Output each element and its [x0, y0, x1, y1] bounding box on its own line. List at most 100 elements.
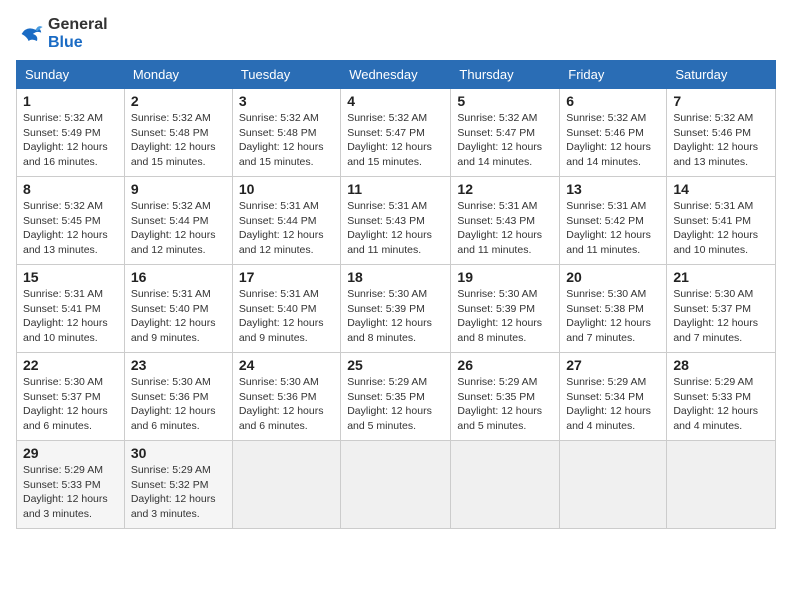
calendar-cell: 11 Sunrise: 5:31 AMSunset: 5:43 PMDaylig… — [341, 177, 451, 265]
day-number: 14 — [673, 181, 769, 197]
day-number: 13 — [566, 181, 660, 197]
day-number: 9 — [131, 181, 226, 197]
calendar-cell: 8 Sunrise: 5:32 AMSunset: 5:45 PMDayligh… — [17, 177, 125, 265]
calendar-cell: 25 Sunrise: 5:29 AMSunset: 5:35 PMDaylig… — [341, 353, 451, 441]
day-info: Sunrise: 5:29 AMSunset: 5:33 PMDaylight:… — [23, 463, 118, 522]
day-info: Sunrise: 5:32 AMSunset: 5:47 PMDaylight:… — [457, 111, 553, 170]
day-number: 10 — [239, 181, 334, 197]
calendar-cell — [451, 441, 560, 529]
day-number: 15 — [23, 269, 118, 285]
calendar-day-header: Sunday — [17, 61, 125, 89]
day-info: Sunrise: 5:30 AMSunset: 5:37 PMDaylight:… — [673, 287, 769, 346]
day-info: Sunrise: 5:30 AMSunset: 5:39 PMDaylight:… — [347, 287, 444, 346]
day-number: 22 — [23, 357, 118, 373]
calendar-cell: 17 Sunrise: 5:31 AMSunset: 5:40 PMDaylig… — [232, 265, 340, 353]
day-number: 27 — [566, 357, 660, 373]
calendar-day-header: Thursday — [451, 61, 560, 89]
day-number: 7 — [673, 93, 769, 109]
calendar-cell: 29 Sunrise: 5:29 AMSunset: 5:33 PMDaylig… — [17, 441, 125, 529]
day-info: Sunrise: 5:29 AMSunset: 5:33 PMDaylight:… — [673, 375, 769, 434]
calendar-cell: 7 Sunrise: 5:32 AMSunset: 5:46 PMDayligh… — [667, 89, 776, 177]
calendar-cell: 4 Sunrise: 5:32 AMSunset: 5:47 PMDayligh… — [341, 89, 451, 177]
calendar-cell: 28 Sunrise: 5:29 AMSunset: 5:33 PMDaylig… — [667, 353, 776, 441]
day-info: Sunrise: 5:32 AMSunset: 5:44 PMDaylight:… — [131, 199, 226, 258]
day-number: 29 — [23, 445, 118, 461]
calendar-cell: 14 Sunrise: 5:31 AMSunset: 5:41 PMDaylig… — [667, 177, 776, 265]
day-info: Sunrise: 5:29 AMSunset: 5:35 PMDaylight:… — [347, 375, 444, 434]
day-info: Sunrise: 5:30 AMSunset: 5:39 PMDaylight:… — [457, 287, 553, 346]
day-info: Sunrise: 5:30 AMSunset: 5:36 PMDaylight:… — [239, 375, 334, 434]
day-info: Sunrise: 5:31 AMSunset: 5:42 PMDaylight:… — [566, 199, 660, 258]
logo: General Blue — [16, 16, 108, 52]
calendar-header-row: SundayMondayTuesdayWednesdayThursdayFrid… — [17, 61, 776, 89]
day-number: 2 — [131, 93, 226, 109]
calendar-day-header: Tuesday — [232, 61, 340, 89]
day-number: 16 — [131, 269, 226, 285]
day-info: Sunrise: 5:30 AMSunset: 5:38 PMDaylight:… — [566, 287, 660, 346]
day-info: Sunrise: 5:32 AMSunset: 5:45 PMDaylight:… — [23, 199, 118, 258]
day-info: Sunrise: 5:31 AMSunset: 5:40 PMDaylight:… — [131, 287, 226, 346]
day-number: 26 — [457, 357, 553, 373]
logo-text: General Blue — [48, 16, 108, 52]
calendar-cell: 5 Sunrise: 5:32 AMSunset: 5:47 PMDayligh… — [451, 89, 560, 177]
day-number: 6 — [566, 93, 660, 109]
day-number: 12 — [457, 181, 553, 197]
day-number: 8 — [23, 181, 118, 197]
day-number: 21 — [673, 269, 769, 285]
day-number: 1 — [23, 93, 118, 109]
day-number: 20 — [566, 269, 660, 285]
day-number: 28 — [673, 357, 769, 373]
calendar-cell: 30 Sunrise: 5:29 AMSunset: 5:32 PMDaylig… — [124, 441, 232, 529]
calendar-cell: 27 Sunrise: 5:29 AMSunset: 5:34 PMDaylig… — [560, 353, 667, 441]
day-number: 4 — [347, 93, 444, 109]
calendar-cell: 26 Sunrise: 5:29 AMSunset: 5:35 PMDaylig… — [451, 353, 560, 441]
day-info: Sunrise: 5:30 AMSunset: 5:36 PMDaylight:… — [131, 375, 226, 434]
calendar-cell: 12 Sunrise: 5:31 AMSunset: 5:43 PMDaylig… — [451, 177, 560, 265]
calendar-cell: 22 Sunrise: 5:30 AMSunset: 5:37 PMDaylig… — [17, 353, 125, 441]
calendar-cell: 16 Sunrise: 5:31 AMSunset: 5:40 PMDaylig… — [124, 265, 232, 353]
calendar-cell: 19 Sunrise: 5:30 AMSunset: 5:39 PMDaylig… — [451, 265, 560, 353]
calendar-day-header: Saturday — [667, 61, 776, 89]
day-info: Sunrise: 5:31 AMSunset: 5:41 PMDaylight:… — [23, 287, 118, 346]
calendar-day-header: Wednesday — [341, 61, 451, 89]
calendar-cell: 18 Sunrise: 5:30 AMSunset: 5:39 PMDaylig… — [341, 265, 451, 353]
calendar-table: SundayMondayTuesdayWednesdayThursdayFrid… — [16, 60, 776, 529]
day-number: 19 — [457, 269, 553, 285]
calendar-cell: 3 Sunrise: 5:32 AMSunset: 5:48 PMDayligh… — [232, 89, 340, 177]
day-number: 23 — [131, 357, 226, 373]
day-number: 18 — [347, 269, 444, 285]
calendar-cell: 9 Sunrise: 5:32 AMSunset: 5:44 PMDayligh… — [124, 177, 232, 265]
day-info: Sunrise: 5:32 AMSunset: 5:48 PMDaylight:… — [239, 111, 334, 170]
day-info: Sunrise: 5:32 AMSunset: 5:46 PMDaylight:… — [673, 111, 769, 170]
calendar-cell — [232, 441, 340, 529]
day-info: Sunrise: 5:29 AMSunset: 5:35 PMDaylight:… — [457, 375, 553, 434]
day-info: Sunrise: 5:32 AMSunset: 5:49 PMDaylight:… — [23, 111, 118, 170]
calendar-cell: 1 Sunrise: 5:32 AMSunset: 5:49 PMDayligh… — [17, 89, 125, 177]
calendar-cell: 23 Sunrise: 5:30 AMSunset: 5:36 PMDaylig… — [124, 353, 232, 441]
calendar-cell — [341, 441, 451, 529]
calendar-cell: 15 Sunrise: 5:31 AMSunset: 5:41 PMDaylig… — [17, 265, 125, 353]
calendar-cell — [667, 441, 776, 529]
calendar-cell: 13 Sunrise: 5:31 AMSunset: 5:42 PMDaylig… — [560, 177, 667, 265]
day-info: Sunrise: 5:30 AMSunset: 5:37 PMDaylight:… — [23, 375, 118, 434]
logo-icon — [16, 20, 44, 48]
day-info: Sunrise: 5:32 AMSunset: 5:47 PMDaylight:… — [347, 111, 444, 170]
calendar-day-header: Friday — [560, 61, 667, 89]
day-number: 3 — [239, 93, 334, 109]
day-info: Sunrise: 5:31 AMSunset: 5:41 PMDaylight:… — [673, 199, 769, 258]
day-info: Sunrise: 5:29 AMSunset: 5:32 PMDaylight:… — [131, 463, 226, 522]
day-info: Sunrise: 5:31 AMSunset: 5:40 PMDaylight:… — [239, 287, 334, 346]
day-info: Sunrise: 5:31 AMSunset: 5:43 PMDaylight:… — [347, 199, 444, 258]
day-number: 17 — [239, 269, 334, 285]
calendar-cell: 20 Sunrise: 5:30 AMSunset: 5:38 PMDaylig… — [560, 265, 667, 353]
day-number: 5 — [457, 93, 553, 109]
day-number: 24 — [239, 357, 334, 373]
day-number: 25 — [347, 357, 444, 373]
calendar-day-header: Monday — [124, 61, 232, 89]
day-number: 11 — [347, 181, 444, 197]
calendar-cell: 24 Sunrise: 5:30 AMSunset: 5:36 PMDaylig… — [232, 353, 340, 441]
calendar-cell: 10 Sunrise: 5:31 AMSunset: 5:44 PMDaylig… — [232, 177, 340, 265]
calendar-cell: 6 Sunrise: 5:32 AMSunset: 5:46 PMDayligh… — [560, 89, 667, 177]
calendar-cell: 21 Sunrise: 5:30 AMSunset: 5:37 PMDaylig… — [667, 265, 776, 353]
day-info: Sunrise: 5:31 AMSunset: 5:44 PMDaylight:… — [239, 199, 334, 258]
